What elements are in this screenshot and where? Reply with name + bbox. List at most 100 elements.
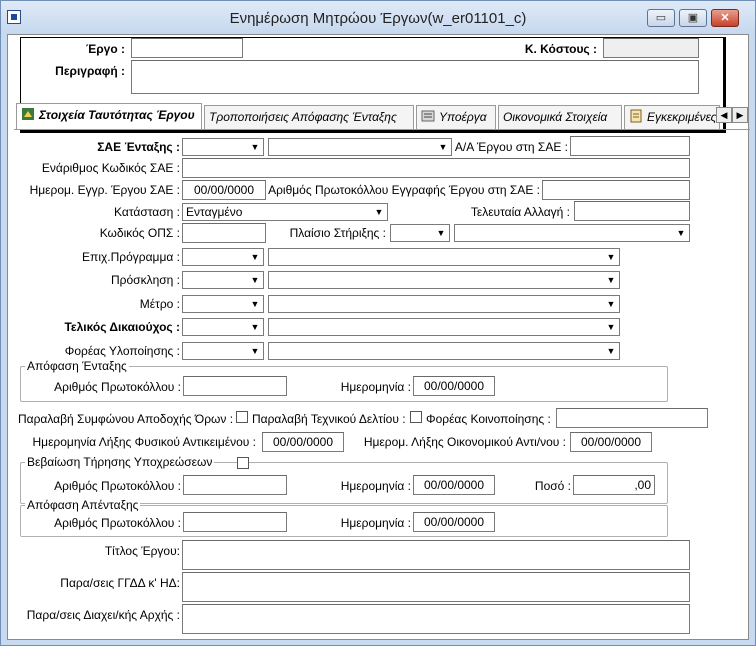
measure-desc-dropdown[interactable]: ▼ (268, 295, 620, 313)
implementer-label: Φορέας Υλοποίησης : (64, 344, 180, 358)
description-input[interactable] (131, 60, 699, 94)
chevron-down-icon: ▼ (604, 297, 618, 311)
tab-subprojects[interactable]: Υποέργα (416, 105, 496, 129)
invitation-label: Πρόσκληση : (111, 273, 180, 287)
title-bar[interactable]: Ενημέρωση Μητρώου Έργων(w_er01101_c) ▭ ▣… (1, 1, 755, 34)
reg-date-label: Ημερομ. Εγγρ. Έργου ΣΑΕ : (29, 183, 180, 197)
maximize-button[interactable]: ▣ (679, 9, 707, 27)
tab-financial-label: Οικονομικά Στοιχεία (503, 110, 608, 124)
inclusion-decision-group: Απόφαση Ένταξης Αριθμός Πρωτοκόλλου : Ημ… (20, 359, 668, 402)
exclusion-date-input[interactable]: 00/00/0000 (413, 512, 495, 532)
tab-scroll-right-icon[interactable]: ▶ (732, 107, 748, 123)
sae-code-dropdown[interactable]: ▼ (182, 138, 264, 156)
terms-receipt-checkbox[interactable] (236, 411, 248, 423)
sae-desc-dropdown[interactable]: ▼ (268, 138, 452, 156)
compliance-checkbox[interactable] (237, 457, 249, 469)
chevron-down-icon: ▼ (372, 205, 386, 219)
last-change-label: Τελευταία Αλλαγή : (470, 205, 570, 219)
protocol-reg-label: Αριθμός Πρωτοκόλλου Εγγραφής Έργου στη Σ… (268, 183, 540, 197)
financial-end-label: Ημερομ. Λήξης Οικονομικού Αντι/νου : (363, 435, 566, 449)
status-dropdown[interactable]: Ενταγμένο ▼ (182, 203, 388, 221)
ops-label: Κωδικός ΟΠΣ : (99, 226, 180, 240)
exclusion-protocol-input[interactable] (183, 512, 287, 532)
authority-notes-label: Παρα/σεις Διαχει/κής Αρχής : (26, 608, 180, 622)
aa-label: Α/Α Έργου στη ΣΑΕ : (454, 140, 568, 154)
reg-date-input[interactable]: 00/00/0000 (182, 180, 266, 200)
chevron-down-icon: ▼ (248, 320, 262, 334)
enarithmos-label: Ενάριθμος Κωδικός ΣΑΕ : (41, 161, 180, 175)
notify-label: Φορέας Κοινοποίησης : (426, 412, 551, 426)
compliance-title: Βεβαίωση Τήρησης Υποχρεώσεων (25, 455, 215, 469)
identity-icon (21, 106, 35, 120)
implementer-code-dropdown[interactable]: ▼ (182, 342, 264, 360)
description-label: Περιγραφή : (55, 64, 125, 78)
chevron-down-icon: ▼ (436, 140, 450, 154)
program-code-dropdown[interactable]: ▼ (182, 248, 264, 266)
last-change-input[interactable] (574, 201, 690, 221)
beneficiary-desc-dropdown[interactable]: ▼ (268, 318, 620, 336)
support-label: Πλαίσιο Στήριξης : (289, 226, 386, 240)
project-label: Έργο : (86, 42, 125, 56)
window-title: Ενημέρωση Μητρώου Έργων(w_er01101_c) (229, 10, 527, 27)
program-desc-dropdown[interactable]: ▼ (268, 248, 620, 266)
ops-input[interactable] (182, 223, 266, 243)
support-desc-dropdown[interactable]: ▼ (454, 224, 690, 242)
chevron-down-icon: ▼ (248, 250, 262, 264)
tech-receipt-checkbox[interactable] (410, 411, 422, 423)
ggdd-notes-textarea[interactable] (182, 572, 690, 602)
inclusion-date-input[interactable]: 00/00/0000 (413, 376, 495, 396)
beneficiary-code-dropdown[interactable]: ▼ (182, 318, 264, 336)
identity-panel: ΣΑΕ Ένταξης : ▼ ▼ Α/Α Έργου στη ΣΑΕ : Εν… (14, 129, 750, 641)
protocol-reg-input[interactable] (542, 180, 690, 200)
tab-modifications-label: Τροποποιήσεις Απόφασης Ένταξης (209, 110, 397, 124)
tab-identity-label: Στοιχεία Ταυτότητας Έργου (39, 108, 195, 122)
close-button[interactable]: ✕ (711, 9, 739, 27)
tab-approved[interactable]: Εγκεκριμένες Π (624, 105, 720, 129)
notify-input[interactable] (556, 408, 708, 428)
subprojects-icon (421, 108, 435, 122)
form-client-area: Έργο : Κ. Κόστους : Περιγραφή : Στοιχεία… (7, 34, 750, 641)
cost-code-label: Κ. Κόστους : (524, 42, 597, 56)
financial-end-input[interactable]: 00/00/0000 (570, 432, 652, 452)
tab-strip: Στοιχεία Ταυτότητας Έργου Τροποποιήσεις … (14, 103, 748, 129)
aa-input[interactable] (570, 136, 690, 156)
exclusion-decision-title: Απόφαση Απένταξης (25, 498, 141, 512)
cost-code-input[interactable] (603, 38, 699, 58)
chevron-down-icon: ▼ (674, 226, 688, 240)
measure-code-dropdown[interactable]: ▼ (182, 295, 264, 313)
inclusion-protocol-input[interactable] (183, 376, 287, 396)
compliance-protocol-label: Αριθμός Πρωτοκόλλου : (54, 479, 181, 493)
tab-modifications[interactable]: Τροποποιήσεις Απόφασης Ένταξης (204, 105, 414, 129)
chevron-down-icon: ▼ (604, 250, 618, 264)
support-code-dropdown[interactable]: ▼ (390, 224, 450, 242)
inclusion-protocol-label: Αριθμός Πρωτοκόλλου : (54, 380, 181, 394)
physical-end-input[interactable]: 00/00/0000 (262, 432, 344, 452)
invitation-code-dropdown[interactable]: ▼ (182, 271, 264, 289)
measure-label: Μέτρο : (139, 297, 180, 311)
tab-scroll-left-icon[interactable]: ◀ (716, 107, 732, 123)
project-input[interactable] (131, 38, 243, 58)
tab-financial[interactable]: Οικονομικά Στοιχεία (498, 105, 622, 129)
implementer-desc-dropdown[interactable]: ▼ (268, 342, 620, 360)
chevron-down-icon: ▼ (248, 344, 262, 358)
minimize-button[interactable]: ▭ (647, 9, 675, 27)
exclusion-protocol-label: Αριθμός Πρωτοκόλλου : (54, 516, 181, 530)
compliance-protocol-input[interactable] (183, 475, 287, 495)
beneficiary-label: Τελικός Δικαιούχος : (64, 320, 180, 334)
compliance-date-label: Ημερομηνία : (340, 479, 411, 493)
chevron-down-icon: ▼ (434, 226, 448, 240)
chevron-down-icon: ▼ (604, 344, 618, 358)
tab-identity[interactable]: Στοιχεία Ταυτότητας Έργου (16, 103, 202, 129)
compliance-amount-input[interactable]: ,00 (573, 475, 655, 495)
invitation-desc-dropdown[interactable]: ▼ (268, 271, 620, 289)
exclusion-date-label: Ημερομηνία : (340, 516, 411, 530)
authority-notes-textarea[interactable] (182, 604, 690, 634)
inclusion-date-label: Ημερομηνία : (340, 380, 411, 394)
application-window: Ενημέρωση Μητρώου Έργων(w_er01101_c) ▭ ▣… (0, 0, 756, 646)
chevron-down-icon: ▼ (604, 320, 618, 334)
exclusion-decision-group: Απόφαση Απένταξης Αριθμός Πρωτοκόλλου : … (20, 498, 668, 537)
project-title-textarea[interactable] (182, 540, 690, 570)
compliance-date-input[interactable]: 00/00/0000 (413, 475, 495, 495)
tab-subprojects-label: Υποέργα (439, 110, 487, 124)
enarithmos-input[interactable] (182, 158, 690, 178)
